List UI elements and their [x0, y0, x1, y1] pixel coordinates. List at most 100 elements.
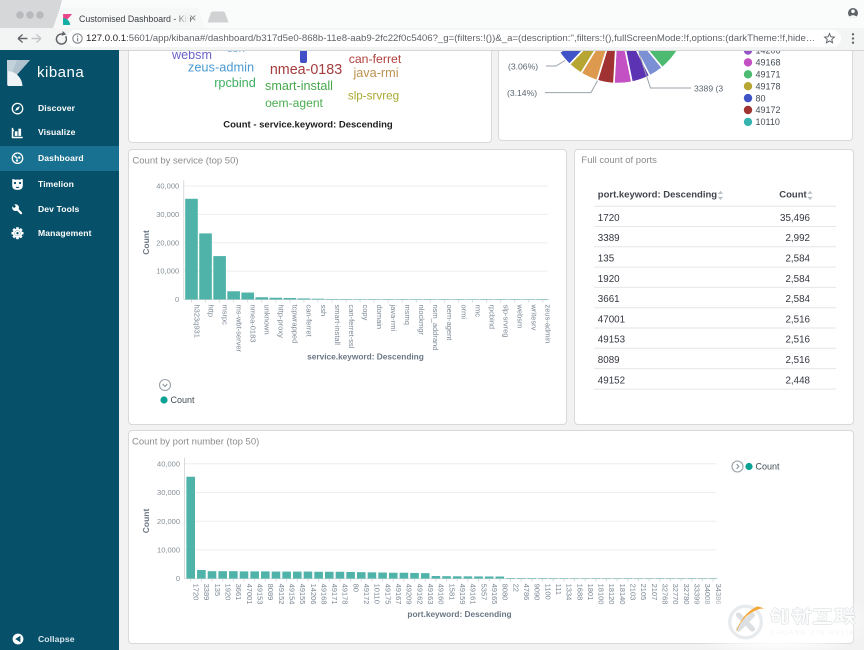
- svg-text:49155: 49155: [298, 584, 307, 605]
- svg-text:0: 0: [175, 295, 179, 304]
- svg-text:20,000: 20,000: [157, 517, 180, 526]
- svg-text:rpcbind: rpcbind: [487, 304, 496, 329]
- svg-text:10,000: 10,000: [156, 266, 179, 275]
- svg-text:msmq: msmq: [403, 304, 412, 324]
- svg-text:49153: 49153: [255, 584, 264, 605]
- svg-text:49153: 49153: [598, 334, 626, 345]
- svg-text:2,516: 2,516: [785, 314, 810, 325]
- svg-text:1581: 1581: [447, 584, 456, 601]
- svg-text:9090: 9090: [532, 584, 541, 601]
- svg-text:80: 80: [351, 584, 360, 592]
- svg-text:nlockmgr: nlockmgr: [417, 304, 426, 335]
- svg-text:2105: 2105: [639, 584, 648, 601]
- svg-text:h323q931: h323q931: [192, 304, 201, 337]
- svg-text:32770: 32770: [671, 584, 680, 605]
- svg-text:47001: 47001: [598, 314, 625, 325]
- svg-text:2103: 2103: [628, 584, 637, 601]
- svg-text:49162: 49162: [415, 584, 424, 605]
- svg-text:18100: 18100: [596, 584, 605, 605]
- svg-text:8089: 8089: [266, 584, 275, 601]
- svg-text:Count by service (top 50): Count by service (top 50): [132, 155, 238, 166]
- svg-text:49178: 49178: [756, 81, 781, 91]
- svg-text:49161: 49161: [468, 584, 477, 605]
- svg-text:3661: 3661: [598, 294, 620, 305]
- svg-text:2,516: 2,516: [785, 355, 810, 366]
- svg-text:30,000: 30,000: [156, 210, 179, 219]
- svg-text:can-ferret-ssl: can-ferret-ssl: [346, 304, 355, 348]
- svg-text:ormi: ormi: [459, 304, 468, 319]
- svg-text:22: 22: [511, 584, 520, 592]
- svg-text:49209: 49209: [404, 584, 413, 605]
- svg-text:1334: 1334: [564, 584, 573, 601]
- svg-text:tcpwrapped: tcpwrapped: [290, 304, 299, 343]
- svg-text:nsm_addrand: nsm_addrand: [431, 304, 440, 350]
- svg-text:49172: 49172: [362, 584, 371, 605]
- svg-text:49171: 49171: [330, 584, 339, 605]
- svg-text:websm: websm: [515, 303, 524, 328]
- svg-text:nmea-0183: nmea-0183: [248, 304, 257, 342]
- svg-text:Count: Count: [170, 395, 195, 405]
- svg-text:oem-agent: oem-agent: [445, 304, 454, 341]
- svg-text:0: 0: [175, 574, 179, 583]
- svg-text:35,496: 35,496: [780, 212, 811, 223]
- svg-text:49159: 49159: [458, 584, 467, 605]
- svg-text:Count: Count: [755, 462, 780, 472]
- svg-text:49175: 49175: [383, 584, 392, 605]
- svg-text:49154: 49154: [287, 584, 296, 605]
- svg-text:1688: 1688: [575, 584, 584, 601]
- svg-text:49168: 49168: [756, 58, 781, 68]
- svg-text:2,584: 2,584: [785, 294, 810, 305]
- svg-text:domain: domain: [374, 304, 383, 329]
- svg-text:49165: 49165: [489, 584, 498, 605]
- svg-text:5357: 5357: [479, 584, 488, 601]
- svg-text:135: 135: [212, 584, 221, 597]
- svg-text:1720: 1720: [191, 584, 200, 601]
- svg-text:Count: Count: [779, 189, 807, 200]
- svg-text:2,584: 2,584: [785, 273, 810, 284]
- svg-text:80: 80: [756, 93, 766, 103]
- svg-text:Count: Count: [141, 230, 151, 255]
- svg-text:47001: 47001: [244, 584, 253, 605]
- svg-text:2,516: 2,516: [785, 334, 810, 345]
- svg-text:smart-install: smart-install: [332, 304, 341, 345]
- svg-text:ms-wbt-server: ms-wbt-server: [234, 304, 243, 352]
- svg-text:49172: 49172: [756, 105, 781, 115]
- svg-text:http-proxy: http-proxy: [276, 304, 285, 338]
- svg-text:14206: 14206: [308, 584, 317, 605]
- svg-text:1920: 1920: [598, 273, 620, 284]
- svg-text:(3.06%): (3.06%): [508, 62, 538, 72]
- svg-text:writesrv: writesrv: [529, 303, 538, 330]
- svg-text:1720: 1720: [598, 212, 620, 223]
- svg-text:8080: 8080: [500, 584, 509, 601]
- svg-text:port.keyword: Descending: port.keyword: Descending: [598, 189, 717, 200]
- svg-text:copy: copy: [360, 304, 369, 320]
- svg-text:135: 135: [598, 253, 615, 264]
- svg-text:3389: 3389: [598, 233, 620, 244]
- svg-text:10110: 10110: [372, 584, 381, 604]
- svg-text:49178: 49178: [340, 584, 349, 605]
- svg-text:111: 111: [553, 584, 562, 595]
- svg-text:java-rmi: java-rmi: [389, 303, 398, 331]
- svg-text:10110: 10110: [756, 117, 780, 127]
- svg-text:4786: 4786: [521, 584, 530, 601]
- svg-text:49167: 49167: [394, 584, 403, 605]
- svg-text:49168: 49168: [319, 584, 328, 605]
- svg-text:30,000: 30,000: [157, 488, 180, 497]
- svg-text:can-ferret: can-ferret: [304, 304, 313, 337]
- svg-text:http: http: [206, 304, 215, 317]
- svg-text:49152: 49152: [276, 584, 285, 605]
- svg-text:8089: 8089: [598, 355, 620, 366]
- svg-text:1920: 1920: [223, 584, 232, 601]
- svg-text:msrpc: msrpc: [220, 304, 229, 325]
- svg-text:18140: 18140: [617, 584, 626, 605]
- svg-text:20,000: 20,000: [156, 238, 179, 247]
- svg-text:3389: 3389: [202, 584, 211, 601]
- svg-text:Count: Count: [141, 509, 151, 534]
- svg-text:Count by port number (top 50): Count by port number (top 50): [132, 436, 259, 447]
- svg-text:40,000: 40,000: [156, 181, 179, 190]
- svg-text:service.keyword: Descending: service.keyword: Descending: [307, 351, 424, 361]
- svg-text:slp-srvreg: slp-srvreg: [501, 304, 510, 337]
- svg-text:1100: 1100: [543, 584, 552, 600]
- svg-text:3661: 3661: [234, 584, 243, 601]
- svg-text:2,992: 2,992: [785, 233, 810, 244]
